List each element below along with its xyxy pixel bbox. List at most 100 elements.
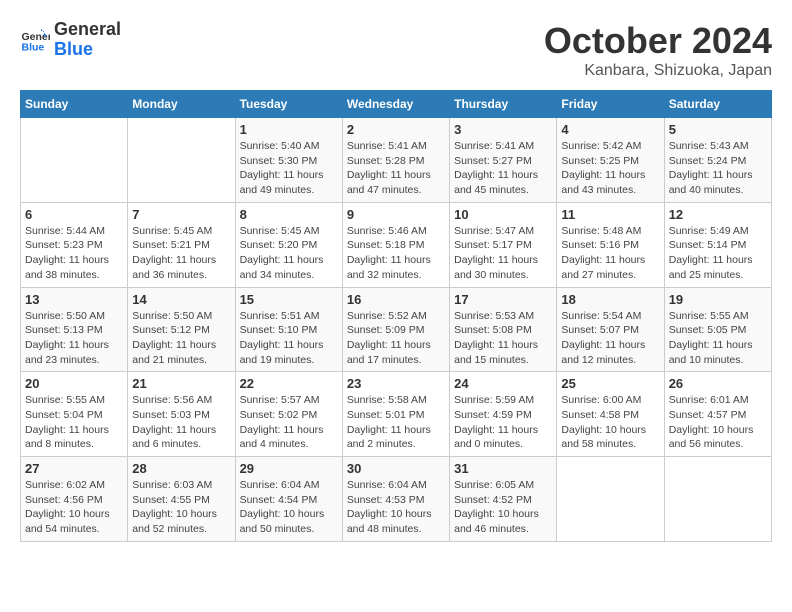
day-cell: 22 Sunrise: 5:57 AMSunset: 5:02 PMDayligh… bbox=[235, 372, 342, 457]
day-cell: 23 Sunrise: 5:58 AMSunset: 5:01 PMDayligh… bbox=[342, 372, 449, 457]
day-cell: 27Sunrise: 6:02 AMSunset: 4:56 PMDayligh… bbox=[21, 457, 128, 542]
day-number: 3 bbox=[454, 122, 552, 137]
day-cell: 21Sunrise: 5:56 AMSunset: 5:03 PMDayligh… bbox=[128, 372, 235, 457]
day-cell: 19Sunrise: 5:55 AMSunset: 5:05 PMDayligh… bbox=[664, 287, 771, 372]
day-cell: 11Sunrise: 5:48 AMSunset: 5:16 PMDayligh… bbox=[557, 202, 664, 287]
day-info: Sunrise: 6:03 AMSunset: 4:55 PMDaylight:… bbox=[132, 478, 230, 537]
day-number: 10 bbox=[454, 207, 552, 222]
day-info: Sunrise: 6:01 AMSunset: 4:57 PMDaylight:… bbox=[669, 393, 767, 452]
day-number: 12 bbox=[669, 207, 767, 222]
day-info: Sunrise: 5:45 AMSunset: 5:21 PMDaylight:… bbox=[132, 224, 230, 283]
day-cell: 15 Sunrise: 5:51 AMSunset: 5:10 PMDayligh… bbox=[235, 287, 342, 372]
day-cell: 5 Sunrise: 5:43 AMSunset: 5:24 PMDaylight… bbox=[664, 118, 771, 203]
logo-icon: General Blue bbox=[20, 25, 50, 55]
day-cell: 9 Sunrise: 5:46 AMSunset: 5:18 PMDaylight… bbox=[342, 202, 449, 287]
day-info: Sunrise: 5:50 AMSunset: 5:12 PMDaylight:… bbox=[132, 309, 230, 368]
day-number: 26 bbox=[669, 376, 767, 391]
week-row-4: 20 Sunrise: 5:55 AMSunset: 5:04 PMDayligh… bbox=[21, 372, 772, 457]
day-info: Sunrise: 5:55 AMSunset: 5:05 PMDaylight:… bbox=[669, 309, 767, 368]
col-header-friday: Friday bbox=[557, 91, 664, 118]
day-number: 7 bbox=[132, 207, 230, 222]
day-number: 15 bbox=[240, 292, 338, 307]
day-info: Sunrise: 5:46 AMSunset: 5:18 PMDaylight:… bbox=[347, 224, 445, 283]
day-number: 11 bbox=[561, 207, 659, 222]
col-header-thursday: Thursday bbox=[450, 91, 557, 118]
day-info: Sunrise: 6:04 AMSunset: 4:54 PMDaylight:… bbox=[240, 478, 338, 537]
logo-blue: Blue bbox=[54, 40, 121, 60]
day-cell: 26 Sunrise: 6:01 AMSunset: 4:57 PMDayligh… bbox=[664, 372, 771, 457]
day-info: Sunrise: 5:50 AMSunset: 5:13 PMDaylight:… bbox=[25, 309, 123, 368]
day-info: Sunrise: 5:51 AMSunset: 5:10 PMDaylight:… bbox=[240, 309, 338, 368]
page-header: General Blue General Blue October 2024 K… bbox=[20, 20, 772, 80]
day-number: 16 bbox=[347, 292, 445, 307]
day-info: Sunrise: 5:43 AMSunset: 5:24 PMDaylight:… bbox=[669, 139, 767, 198]
svg-text:Blue: Blue bbox=[22, 41, 45, 53]
title-section: October 2024 Kanbara, Shizuoka, Japan bbox=[544, 20, 772, 80]
col-header-wednesday: Wednesday bbox=[342, 91, 449, 118]
day-cell: 10Sunrise: 5:47 AMSunset: 5:17 PMDayligh… bbox=[450, 202, 557, 287]
day-info: Sunrise: 5:57 AMSunset: 5:02 PMDaylight:… bbox=[240, 393, 338, 452]
day-info: Sunrise: 5:42 AMSunset: 5:25 PMDaylight:… bbox=[561, 139, 659, 198]
day-cell: 29 Sunrise: 6:04 AMSunset: 4:54 PMDayligh… bbox=[235, 457, 342, 542]
day-cell: 6 Sunrise: 5:44 AMSunset: 5:23 PMDaylight… bbox=[21, 202, 128, 287]
week-row-1: 1 Sunrise: 5:40 AMSunset: 5:30 PMDaylight… bbox=[21, 118, 772, 203]
day-info: Sunrise: 5:49 AMSunset: 5:14 PMDaylight:… bbox=[669, 224, 767, 283]
day-number: 14 bbox=[132, 292, 230, 307]
day-cell: 2 Sunrise: 5:41 AMSunset: 5:28 PMDaylight… bbox=[342, 118, 449, 203]
month-title: October 2024 bbox=[544, 20, 772, 62]
day-number: 20 bbox=[25, 376, 123, 391]
day-info: Sunrise: 6:00 AMSunset: 4:58 PMDaylight:… bbox=[561, 393, 659, 452]
day-number: 5 bbox=[669, 122, 767, 137]
day-cell: 17Sunrise: 5:53 AMSunset: 5:08 PMDayligh… bbox=[450, 287, 557, 372]
day-number: 24 bbox=[454, 376, 552, 391]
day-number: 8 bbox=[240, 207, 338, 222]
day-number: 9 bbox=[347, 207, 445, 222]
day-number: 22 bbox=[240, 376, 338, 391]
day-info: Sunrise: 5:40 AMSunset: 5:30 PMDaylight:… bbox=[240, 139, 338, 198]
day-cell: 18Sunrise: 5:54 AMSunset: 5:07 PMDayligh… bbox=[557, 287, 664, 372]
day-cell: 7 Sunrise: 5:45 AMSunset: 5:21 PMDaylight… bbox=[128, 202, 235, 287]
day-number: 31 bbox=[454, 461, 552, 476]
day-cell bbox=[557, 457, 664, 542]
day-number: 28 bbox=[132, 461, 230, 476]
col-header-saturday: Saturday bbox=[664, 91, 771, 118]
day-number: 4 bbox=[561, 122, 659, 137]
col-header-tuesday: Tuesday bbox=[235, 91, 342, 118]
day-info: Sunrise: 5:55 AMSunset: 5:04 PMDaylight:… bbox=[25, 393, 123, 452]
day-info: Sunrise: 5:52 AMSunset: 5:09 PMDaylight:… bbox=[347, 309, 445, 368]
day-info: Sunrise: 6:04 AMSunset: 4:53 PMDaylight:… bbox=[347, 478, 445, 537]
day-number: 13 bbox=[25, 292, 123, 307]
day-cell: 31 Sunrise: 6:05 AMSunset: 4:52 PMDayligh… bbox=[450, 457, 557, 542]
day-number: 21 bbox=[132, 376, 230, 391]
day-number: 23 bbox=[347, 376, 445, 391]
day-info: Sunrise: 5:44 AMSunset: 5:23 PMDaylight:… bbox=[25, 224, 123, 283]
week-row-2: 6 Sunrise: 5:44 AMSunset: 5:23 PMDaylight… bbox=[21, 202, 772, 287]
day-cell bbox=[664, 457, 771, 542]
day-cell: 1 Sunrise: 5:40 AMSunset: 5:30 PMDaylight… bbox=[235, 118, 342, 203]
day-cell: 28 Sunrise: 6:03 AMSunset: 4:55 PMDayligh… bbox=[128, 457, 235, 542]
day-number: 6 bbox=[25, 207, 123, 222]
col-header-sunday: Sunday bbox=[21, 91, 128, 118]
day-number: 29 bbox=[240, 461, 338, 476]
day-info: Sunrise: 6:02 AMSunset: 4:56 PMDaylight:… bbox=[25, 478, 123, 537]
day-cell: 13 Sunrise: 5:50 AMSunset: 5:13 PMDayligh… bbox=[21, 287, 128, 372]
day-number: 30 bbox=[347, 461, 445, 476]
day-cell: 16 Sunrise: 5:52 AMSunset: 5:09 PMDayligh… bbox=[342, 287, 449, 372]
day-info: Sunrise: 5:58 AMSunset: 5:01 PMDaylight:… bbox=[347, 393, 445, 452]
day-number: 2 bbox=[347, 122, 445, 137]
day-cell: 8 Sunrise: 5:45 AMSunset: 5:20 PMDaylight… bbox=[235, 202, 342, 287]
day-info: Sunrise: 5:45 AMSunset: 5:20 PMDaylight:… bbox=[240, 224, 338, 283]
day-cell: 3 Sunrise: 5:41 AMSunset: 5:27 PMDaylight… bbox=[450, 118, 557, 203]
day-number: 25 bbox=[561, 376, 659, 391]
day-info: Sunrise: 5:41 AMSunset: 5:28 PMDaylight:… bbox=[347, 139, 445, 198]
day-number: 18 bbox=[561, 292, 659, 307]
day-cell: 25 Sunrise: 6:00 AMSunset: 4:58 PMDayligh… bbox=[557, 372, 664, 457]
day-info: Sunrise: 6:05 AMSunset: 4:52 PMDaylight:… bbox=[454, 478, 552, 537]
location: Kanbara, Shizuoka, Japan bbox=[544, 62, 772, 80]
day-info: Sunrise: 5:41 AMSunset: 5:27 PMDaylight:… bbox=[454, 139, 552, 198]
day-number: 1 bbox=[240, 122, 338, 137]
day-info: Sunrise: 5:53 AMSunset: 5:08 PMDaylight:… bbox=[454, 309, 552, 368]
col-header-monday: Monday bbox=[128, 91, 235, 118]
logo: General Blue General Blue bbox=[20, 20, 121, 60]
day-cell: 24Sunrise: 5:59 AMSunset: 4:59 PMDayligh… bbox=[450, 372, 557, 457]
